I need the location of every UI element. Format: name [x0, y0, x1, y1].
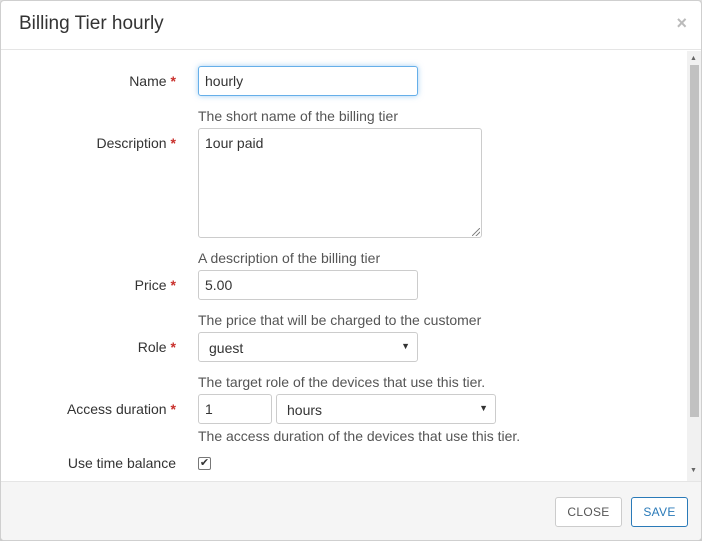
description-textarea[interactable]: 1our paid	[198, 128, 482, 238]
caret-down-icon: ▼	[479, 403, 488, 413]
description-label-text: Description	[96, 135, 167, 151]
access-duration-unit-value: hours	[287, 402, 323, 418]
dialog-header: Billing Tier hourly ×	[1, 1, 701, 50]
required-marker: *	[170, 73, 176, 89]
name-label-text: Name	[129, 73, 167, 89]
role-label-text: Role	[137, 339, 167, 355]
name-input[interactable]	[198, 66, 418, 96]
caret-down-icon: ▼	[401, 341, 410, 351]
scroll-down-arrow-icon[interactable]: ▼	[690, 467, 697, 474]
dialog-footer: CLOSE SAVE	[1, 481, 701, 540]
scroll-up-arrow-icon[interactable]: ▲	[690, 55, 697, 62]
access-duration-unit-select[interactable]: hours ▼	[276, 394, 496, 424]
description-label: Description *	[97, 135, 176, 151]
required-marker: *	[170, 339, 176, 355]
use-time-balance-checkbox[interactable]: ✔	[198, 457, 211, 470]
role-help: The target role of the devices that use …	[198, 374, 486, 390]
role-select[interactable]: guest ▼	[198, 332, 418, 362]
resize-handle-icon[interactable]	[472, 228, 480, 236]
access-duration-help: The access duration of the devices that …	[198, 428, 521, 444]
role-selected-value: guest	[209, 340, 244, 356]
price-help: The price that will be charged to the cu…	[198, 312, 482, 328]
price-label-text: Price	[134, 277, 167, 293]
access-duration-label-text: Access duration	[66, 401, 167, 417]
close-icon[interactable]: ×	[676, 13, 687, 34]
required-marker: *	[170, 277, 176, 293]
scrollbar-thumb[interactable]	[690, 65, 699, 417]
name-label: Name *	[129, 73, 176, 89]
role-label: Role *	[138, 339, 176, 355]
dialog-body: Name* The short name of the billing tier…	[1, 51, 701, 481]
access-duration-amount-input[interactable]	[198, 394, 272, 424]
price-input[interactable]	[198, 270, 418, 300]
price-label: Price *	[135, 277, 176, 293]
billing-tier-dialog: Billing Tier hourly × Name* The short na…	[0, 0, 702, 541]
required-marker: *	[170, 135, 176, 151]
dialog-title: Billing Tier hourly	[19, 13, 164, 34]
description-wrapper: 1our paid	[198, 128, 482, 238]
name-help: The short name of the billing tier	[198, 108, 398, 124]
save-button[interactable]: SAVE	[631, 497, 688, 527]
body-scrollbar[interactable]: ▲ ▼	[687, 51, 701, 481]
required-marker: *	[170, 401, 176, 417]
use-time-balance-label: Use time balance	[67, 455, 176, 471]
description-help: A description of the billing tier	[198, 250, 381, 266]
access-duration-label: Access duration *	[67, 401, 176, 417]
close-button[interactable]: CLOSE	[555, 497, 622, 527]
